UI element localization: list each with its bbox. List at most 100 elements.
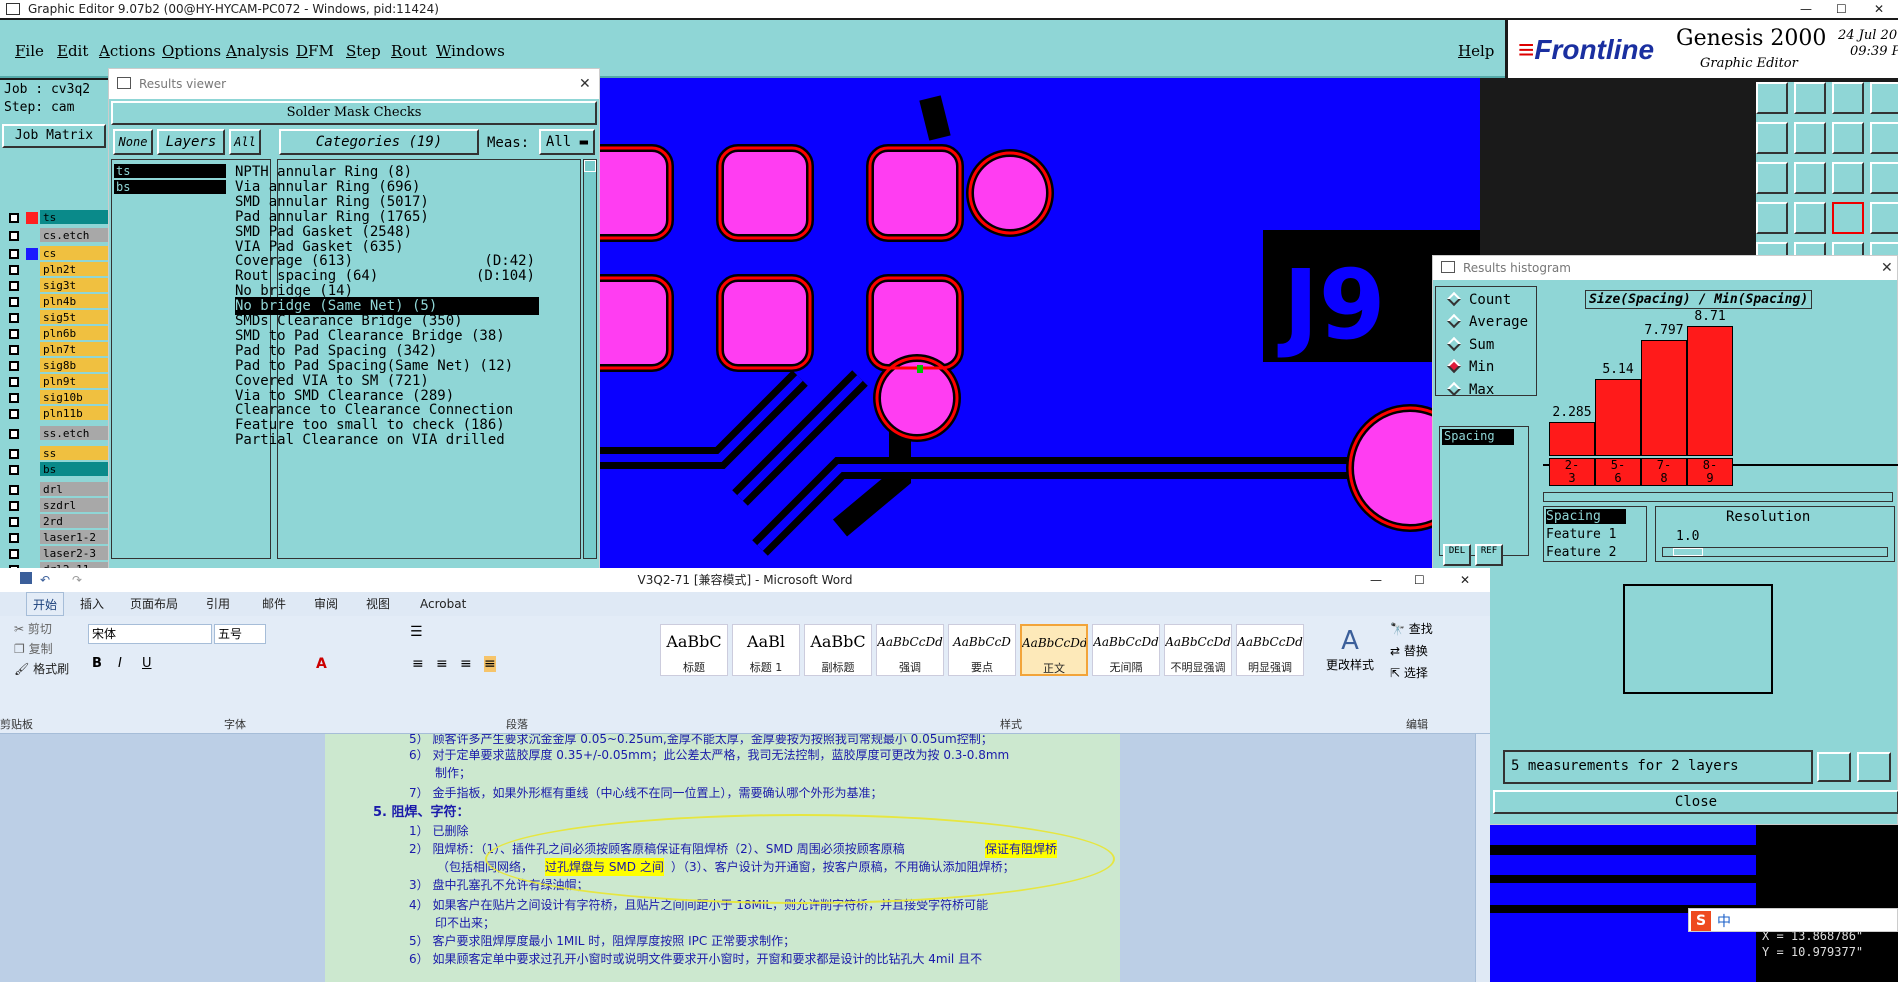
layer-row[interactable]: pln7t [6,342,110,357]
layer-name[interactable]: bs [40,462,110,476]
layer-row[interactable]: drl [6,482,110,497]
close-button[interactable]: Close [1493,790,1898,814]
histogram-bar[interactable] [1641,340,1687,456]
sogou-icon[interactable]: S [1691,911,1711,931]
font-name-select[interactable]: 宋体 [88,624,212,644]
categories-button[interactable]: Categories (19) [279,129,479,155]
font-size-select[interactable]: 五号 [214,624,266,644]
layer-row[interactable]: cs [6,246,110,261]
status-icon-button[interactable] [1817,752,1851,782]
layer-row[interactable]: ts [6,210,110,225]
tool-button[interactable] [1870,202,1898,234]
ime-lang[interactable]: 中 [1717,911,1731,931]
style-tile[interactable]: AaBbC 副标题 [804,624,872,676]
layer-name[interactable]: sig3t [40,278,110,292]
minimize-icon[interactable]: — [1800,0,1812,18]
layer-checkbox[interactable] [9,361,19,371]
layer-checkbox[interactable] [9,449,19,459]
layer-row[interactable]: pln4b [6,294,110,309]
style-tile[interactable]: AaBbCcDd 不明显强调 [1164,624,1232,676]
ribbon-tab[interactable]: 视图 [366,592,390,616]
layer-name[interactable]: pln6b [40,326,110,340]
layer-row[interactable]: pln11b [6,406,110,421]
layer-row[interactable]: ss.etch [6,426,110,441]
del-button[interactable]: DEL [1443,544,1471,566]
tool-button[interactable] [1870,162,1898,194]
layer-row[interactable]: szdrl [6,498,110,513]
layer-checkbox[interactable] [9,297,19,307]
ribbon-tab[interactable]: Acrobat [420,592,466,616]
copy-button[interactable]: ❐ 复制 [14,640,53,657]
layer-name[interactable]: sig5t [40,310,110,324]
layer-name[interactable]: ss [40,446,110,460]
menu-analysis[interactable]: Analysis [226,42,289,60]
layer-row[interactable]: sig10b [6,390,110,405]
layer-checkbox[interactable] [9,393,19,403]
layer-checkbox[interactable] [9,549,19,559]
ribbon-tab[interactable]: 开始 [26,592,65,616]
status-icon-button[interactable] [1857,752,1891,782]
layer-list-item[interactable]: bs [114,180,226,194]
redo-icon[interactable]: ↷ [72,568,82,592]
layer-row[interactable]: sig5t [6,310,110,325]
style-tile[interactable]: AaBbC 标题 [660,624,728,676]
aggregate-radio-min[interactable]: Min [1446,357,1494,377]
meas-dropdown[interactable]: All ▬ [539,129,595,155]
layer-name[interactable]: pln11b [40,406,110,420]
style-tile[interactable]: AaBbCcDd 正文 [1020,624,1088,676]
layer-name[interactable]: pln7t [40,342,110,356]
layer-row[interactable]: pln9t [6,374,110,389]
aggregate-radio-count[interactable]: Count [1446,290,1511,310]
layer-row[interactable]: 2rd [6,514,110,529]
bullets-icon[interactable]: ☰ [410,624,423,640]
tool-button[interactable] [1794,162,1826,194]
layer-name[interactable]: drl [40,482,110,496]
measure-list-item[interactable]: Spacing [1442,429,1514,445]
slider-thumb[interactable] [1673,548,1703,556]
document-area[interactable]: 5） 顾客许多产生要求沉金金厚 0.05~0.25um,金厚不能太厚，金厚要按为… [0,734,1475,982]
layer-checkbox[interactable] [9,265,19,275]
ribbon-tab[interactable]: 插入 [80,592,104,616]
menu-step[interactable]: Step [346,42,381,60]
change-styles-button[interactable]: A 更改样式 [1322,626,1378,673]
font-color-icon[interactable]: A [316,656,327,672]
ribbon-tab[interactable]: 审阅 [314,592,338,616]
layer-name[interactable]: ts [40,210,110,224]
layer-checkbox[interactable] [9,213,19,223]
layer-checkbox[interactable] [9,329,19,339]
style-tile[interactable]: AaBbCcDd 强调 [876,624,944,676]
tool-button[interactable] [1870,82,1898,114]
layer-checkbox[interactable] [9,249,19,259]
menu-options[interactable]: Options [162,42,221,60]
replace-button[interactable]: ⇄ 替换 [1390,642,1428,659]
layer-checkbox[interactable] [9,517,19,527]
layer-row[interactable]: bs [6,462,110,477]
document-page[interactable]: 5） 顾客许多产生要求沉金金厚 0.05~0.25um,金厚不能太厚，金厚要按为… [325,734,1120,982]
style-tile[interactable]: AaBbCcDd 无间隔 [1092,624,1160,676]
tool-button[interactable] [1794,122,1826,154]
tool-button[interactable] [1832,82,1864,114]
layer-name[interactable]: szdrl [40,498,110,512]
close-icon[interactable]: ✕ [579,69,591,99]
tool-button[interactable] [1832,162,1864,194]
aggregate-radio-average[interactable]: Average [1446,312,1528,332]
close-icon[interactable]: ✕ [1881,256,1893,280]
layer-checkbox[interactable] [9,345,19,355]
layer-checkbox[interactable] [9,377,19,387]
job-matrix-button[interactable]: Job Matrix [2,124,106,148]
layer-name[interactable]: pln2t [40,262,110,276]
layers-button[interactable]: Layers [157,129,225,155]
layer-name[interactable]: sig10b [40,390,110,404]
layer-checkbox[interactable] [9,409,19,419]
ribbon-tab[interactable]: 页面布局 [130,592,178,616]
tool-button[interactable] [1794,202,1826,234]
layer-row[interactable]: laser1-2 [6,530,110,545]
layer-checkbox[interactable] [9,465,19,475]
menu-help[interactable]: Help [1458,42,1494,60]
layer-row[interactable]: laser2-3 [6,546,110,561]
tool-button[interactable] [1756,202,1788,234]
menu-rout[interactable]: Rout [391,42,427,60]
menu-dfm[interactable]: DFM [296,42,334,60]
tool-button[interactable] [1832,122,1864,154]
align-left-icon[interactable]: ≡ [412,656,424,672]
